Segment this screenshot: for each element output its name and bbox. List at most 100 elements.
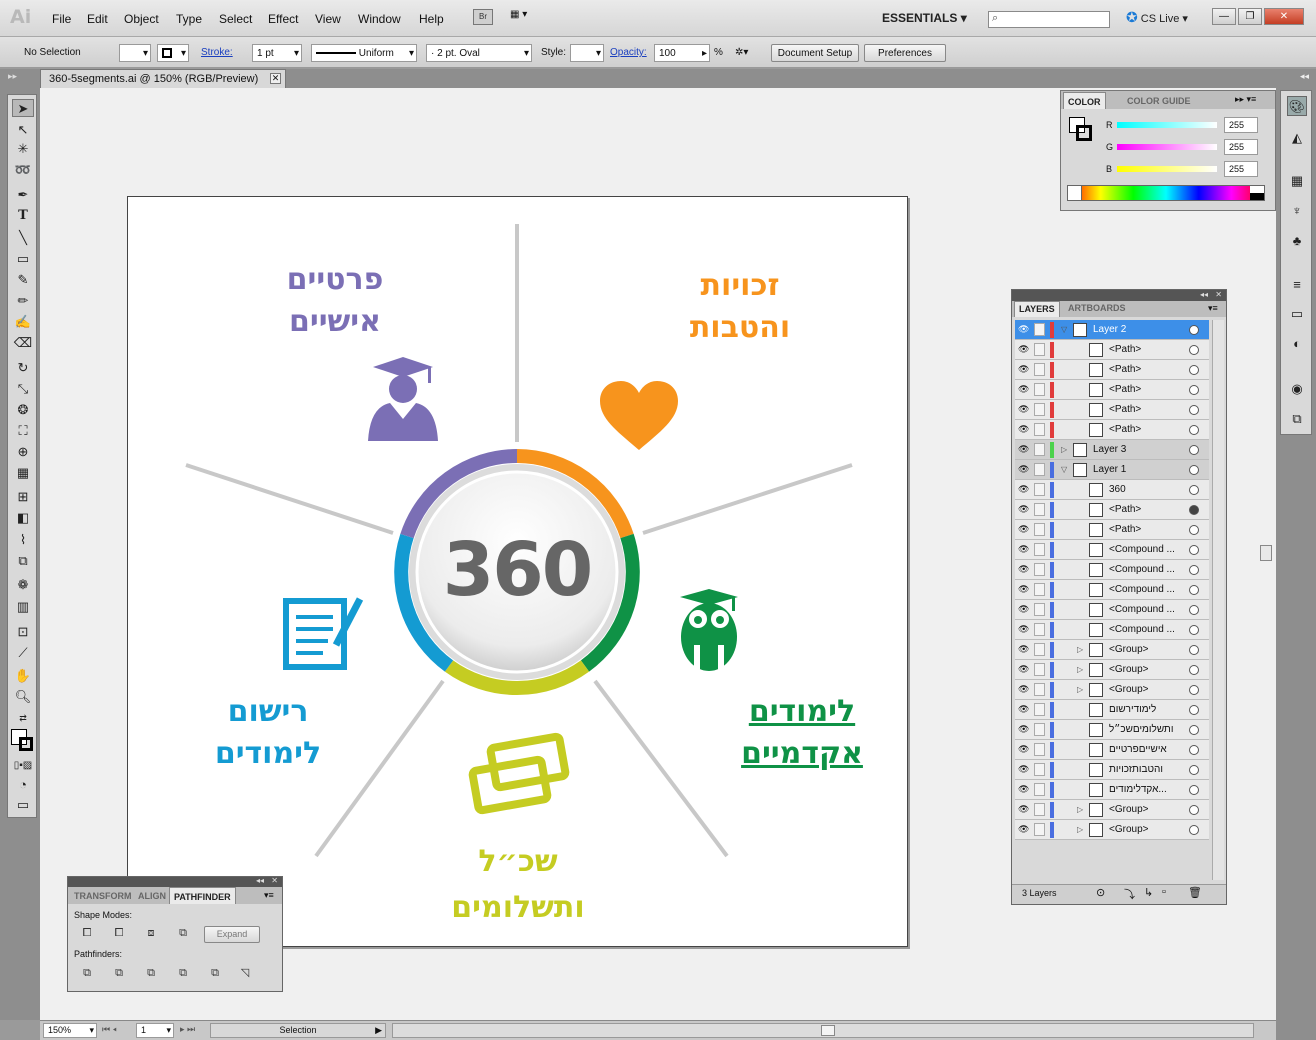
- trim-icon[interactable]: ⧉: [112, 966, 126, 980]
- eyedropper-tool-icon[interactable]: ⌇: [12, 531, 34, 549]
- lasso-tool-icon[interactable]: ➿: [12, 161, 34, 179]
- color-mode-icons[interactable]: ▯▪▨: [12, 757, 34, 775]
- make-clipping-mask-icon[interactable]: ⤵: [1124, 886, 1135, 902]
- visibility-eye-icon[interactable]: 👁︎: [1018, 825, 1030, 834]
- tab-color[interactable]: COLOR: [1063, 92, 1106, 109]
- target-circle-icon[interactable]: [1189, 565, 1199, 575]
- channel-g-slider[interactable]: [1117, 144, 1217, 150]
- rectangle-tool-icon[interactable]: ▭: [12, 250, 34, 268]
- visibility-eye-icon[interactable]: 👁︎: [1018, 385, 1030, 394]
- target-circle-icon[interactable]: [1189, 545, 1199, 555]
- visibility-eye-icon[interactable]: 👁︎: [1018, 565, 1030, 574]
- target-circle-icon[interactable]: [1189, 825, 1199, 835]
- layer-item-row[interactable]: 👁︎ לימודירשום: [1015, 700, 1209, 720]
- visibility-eye-icon[interactable]: 👁︎: [1018, 665, 1030, 674]
- shape-builder-tool-icon[interactable]: ⊕: [12, 443, 34, 461]
- menu-effect[interactable]: Effect: [268, 12, 298, 26]
- expand-toggle-icon[interactable]: ▷: [1077, 660, 1083, 680]
- layer-item-row[interactable]: 👁︎ ▷ <Group>: [1015, 660, 1209, 680]
- layer-item-row[interactable]: 👁︎ ▷ <Group>: [1015, 680, 1209, 700]
- variable-width-profile[interactable]: Uniform ▾: [311, 44, 417, 62]
- lock-toggle[interactable]: [1034, 443, 1045, 456]
- target-circle-icon[interactable]: [1189, 665, 1199, 675]
- rotate-tool-icon[interactable]: ↻: [12, 359, 34, 377]
- layer-item-row[interactable]: 👁︎ <Compound ...: [1015, 620, 1209, 640]
- visibility-eye-icon[interactable]: 👁︎: [1018, 545, 1030, 554]
- channel-g-value[interactable]: 255: [1224, 139, 1258, 155]
- tab-pathfinder[interactable]: PATHFINDER: [169, 887, 236, 904]
- visibility-eye-icon[interactable]: 👁︎: [1018, 605, 1030, 614]
- layer-item-row[interactable]: 👁︎ ▷ <Group>: [1015, 800, 1209, 820]
- stroke-label[interactable]: Stroke:: [201, 44, 233, 62]
- visibility-eye-icon[interactable]: 👁︎: [1018, 365, 1030, 374]
- workspace-switcher[interactable]: ESSENTIALS ▾: [882, 11, 967, 25]
- layer-item-row[interactable]: 👁︎ <Compound ...: [1015, 580, 1209, 600]
- tab-artboards[interactable]: ARTBOARDS: [1064, 301, 1130, 318]
- layers-scrollbar[interactable]: [1212, 320, 1224, 880]
- menu-view[interactable]: View: [315, 12, 341, 26]
- collapse-toolbar-icon[interactable]: ▸▸: [8, 71, 17, 82]
- locate-object-icon[interactable]: ⊙: [1096, 886, 1105, 899]
- layer-item-row[interactable]: 👁︎ <Path>: [1015, 360, 1209, 380]
- opacity-label[interactable]: Opacity:: [610, 44, 647, 62]
- layer-item-row[interactable]: 👁︎ <Path>: [1015, 500, 1209, 520]
- expand-toggle-icon[interactable]: ▷: [1077, 820, 1083, 840]
- arrange-documents-button[interactable]: ▦ ▾: [510, 9, 542, 25]
- layer-item-row[interactable]: 👁︎ <Path>: [1015, 520, 1209, 540]
- visibility-eye-icon[interactable]: 👁︎: [1018, 585, 1030, 594]
- close-pathfinder-icon[interactable]: ✕: [271, 876, 278, 885]
- swatches-icon[interactable]: ▦: [1287, 171, 1307, 191]
- graphic-style-picker[interactable]: ▾: [570, 44, 604, 62]
- layer-item-row[interactable]: 👁︎ ▷ <Group>: [1015, 640, 1209, 660]
- target-circle-icon[interactable]: [1189, 405, 1199, 415]
- lock-toggle[interactable]: [1034, 703, 1045, 716]
- layer-row[interactable]: 👁︎ ▽ Layer 2: [1015, 320, 1209, 340]
- lock-toggle[interactable]: [1034, 743, 1045, 756]
- lock-toggle[interactable]: [1034, 503, 1045, 516]
- recolor-artwork-button[interactable]: ✲▾: [735, 44, 763, 62]
- lock-toggle[interactable]: [1034, 483, 1045, 496]
- target-circle-icon[interactable]: [1189, 685, 1199, 695]
- new-layer-icon[interactable]: ▫: [1162, 886, 1166, 898]
- target-circle-icon[interactable]: [1189, 465, 1199, 475]
- merge-icon[interactable]: ⧉: [144, 966, 158, 980]
- gradient-panel-icon[interactable]: ▭: [1287, 304, 1307, 324]
- none-color-icon[interactable]: [1068, 186, 1082, 200]
- expand-toggle-icon[interactable]: ▷: [1061, 440, 1067, 460]
- screen-mode-icon[interactable]: ▭: [12, 796, 34, 814]
- minimize-button[interactable]: —: [1212, 8, 1236, 25]
- pencil-tool-icon[interactable]: ✏: [12, 292, 34, 310]
- target-circle-icon[interactable]: [1189, 325, 1199, 335]
- help-search-input[interactable]: ⌕: [988, 11, 1110, 28]
- visibility-eye-icon[interactable]: 👁︎: [1018, 465, 1030, 474]
- crop-icon[interactable]: ⧉: [176, 966, 190, 980]
- target-circle-icon[interactable]: [1189, 785, 1199, 795]
- pathfinder-menu-icon[interactable]: ▾≡: [264, 890, 274, 901]
- tab-transform[interactable]: TRANSFORM: [70, 887, 136, 904]
- delete-layer-icon[interactable]: 🗑︎: [1188, 886, 1202, 899]
- target-circle-icon[interactable]: [1189, 645, 1199, 655]
- lock-toggle[interactable]: [1034, 823, 1045, 836]
- expand-button[interactable]: Expand: [204, 926, 260, 943]
- vertical-scroll-thumb[interactable]: [1260, 545, 1272, 561]
- target-circle-icon[interactable]: [1189, 585, 1199, 595]
- menu-edit[interactable]: Edit: [87, 12, 108, 26]
- blend-tool-icon[interactable]: ⧉: [12, 552, 34, 570]
- lock-toggle[interactable]: [1034, 563, 1045, 576]
- lock-toggle[interactable]: [1034, 603, 1045, 616]
- color-guide-icon[interactable]: ◭: [1287, 128, 1307, 148]
- lock-toggle[interactable]: [1034, 623, 1045, 636]
- artboard-tool-icon[interactable]: ⊡: [12, 623, 34, 641]
- fill-swatch[interactable]: ▾: [119, 44, 151, 62]
- menu-object[interactable]: Object: [124, 12, 159, 26]
- visibility-eye-icon[interactable]: 👁︎: [1018, 645, 1030, 654]
- scale-tool-icon[interactable]: ⤡: [12, 380, 34, 398]
- lock-toggle[interactable]: [1034, 343, 1045, 356]
- expand-toggle-icon[interactable]: ▷: [1077, 680, 1083, 700]
- horizontal-scrollbar[interactable]: [392, 1023, 1254, 1038]
- layer-row[interactable]: 👁︎ ▽ Layer 1: [1015, 460, 1209, 480]
- brush-definition[interactable]: · 2 pt. Oval ▾: [426, 44, 532, 62]
- zoom-field[interactable]: 150% ▾: [43, 1023, 97, 1038]
- expand-toggle-icon[interactable]: ▽: [1061, 320, 1067, 340]
- opacity-field[interactable]: 100 ▸: [654, 44, 710, 62]
